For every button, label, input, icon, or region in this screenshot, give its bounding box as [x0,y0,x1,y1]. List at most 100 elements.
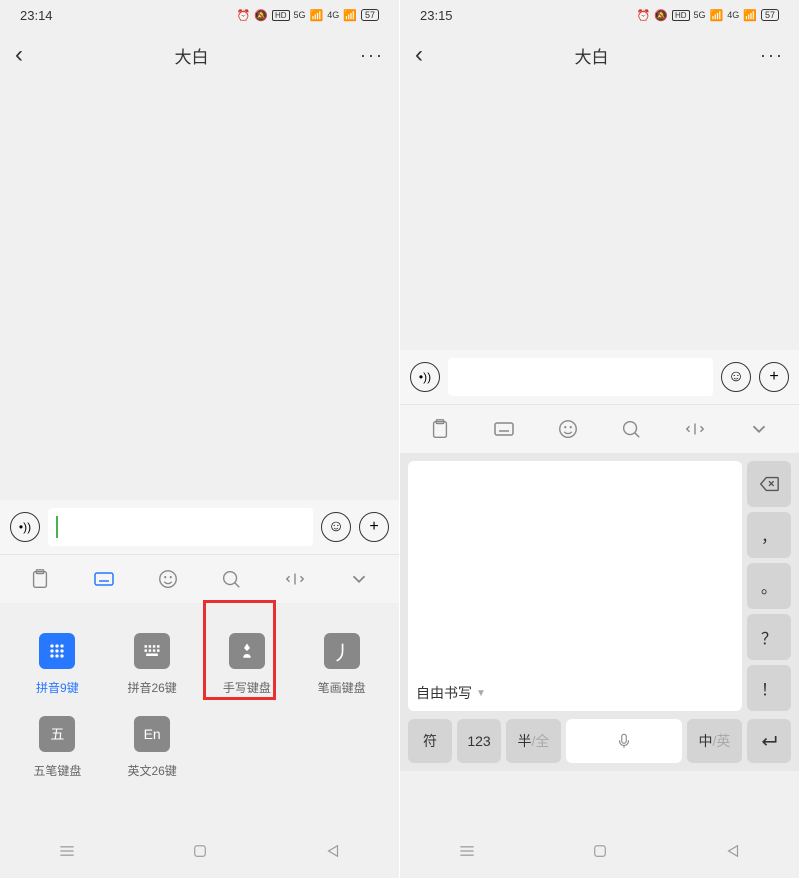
symbol-key[interactable]: 符 [408,719,452,763]
system-nav [400,828,799,878]
wubi-icon: 五 [39,716,75,752]
half-full-key[interactable]: 半/全 [506,719,561,763]
comma-key[interactable]: ， [747,512,791,558]
handwrite-area: 自由书写 ▼ ， 。 ？ ！ [400,453,799,719]
stroke-icon: 丿 [324,633,360,669]
kb-label: 笔画键盘 [318,679,366,696]
status-icons: ⏰ 🔕 HD 5G 📶 4G 📶 57 [237,9,379,22]
dnd-icon: 🔕 [654,9,668,22]
english-icon: En [134,716,170,752]
hd-icon: HD [672,10,690,21]
back-button[interactable]: ‹ [415,41,423,69]
system-nav [0,828,399,878]
search-icon[interactable] [217,565,245,593]
nav-bar: ‹ 大白 ··· [0,30,399,80]
handwrite-bottom-row: 符 123 半/全 中/英 [400,719,799,771]
more-button[interactable]: ··· [360,45,384,66]
emoji-tool-icon[interactable] [154,565,182,593]
kb-label: 拼音26键 [127,679,176,696]
clipboard-icon[interactable] [426,415,454,443]
status-time: 23:15 [420,8,453,23]
keyboard-icon[interactable] [90,565,118,593]
emoji-button[interactable]: ☺ [321,512,351,542]
kb-option-pinyin26[interactable]: 拼音26键 [105,623,200,706]
hd-icon: HD [272,10,290,21]
more-button[interactable]: ··· [760,45,784,66]
handwrite-side-keys: ， 。 ？ ！ [747,461,791,711]
chevron-down-icon: ▼ [476,688,486,699]
status-bar: 23:15 ⏰ 🔕 HD 5G 📶 4G 📶 57 [400,0,799,30]
voice-button[interactable]: •)) [410,362,440,392]
signal-icon: 📶 [310,9,324,22]
status-bar: 23:14 ⏰ 🔕 HD 5G 📶 4G 📶 57 [0,0,399,30]
chat-area [0,80,399,500]
input-bar: •)) ☺ + [0,500,399,554]
phone-left: 23:14 ⏰ 🔕 HD 5G 📶 4G 📶 57 ‹ 大白 ··· •)) ☺… [0,0,400,878]
keyboard-icon[interactable] [490,415,518,443]
signal-5g-icon: 5G [694,10,706,20]
phone-right: 23:15 ⏰ 🔕 HD 5G 📶 4G 📶 57 ‹ 大白 ··· •)) ☺… [400,0,800,878]
pinyin9-icon [39,633,75,669]
question-key[interactable]: ？ [747,614,791,660]
lang-key[interactable]: 中/英 [687,719,742,763]
ime-toolbar [0,554,399,603]
space-key[interactable] [566,719,682,763]
cursor [56,516,58,538]
home-button[interactable] [591,842,609,865]
highlight-handwrite [203,600,276,700]
handwrite-canvas[interactable]: 自由书写 ▼ [408,461,742,711]
alarm-icon: ⏰ [637,9,651,22]
enter-key[interactable] [747,719,791,763]
attach-button[interactable]: + [759,362,789,392]
kb-label: 五笔键盘 [33,762,81,779]
status-icons: ⏰ 🔕 HD 5G 📶 4G 📶 57 [637,9,779,22]
collapse-icon[interactable] [745,415,773,443]
pinyin26-icon [134,633,170,669]
dnd-icon: 🔕 [254,9,268,22]
emoji-button[interactable]: ☺ [721,362,751,392]
kb-label: 英文26键 [127,762,176,779]
search-icon[interactable] [617,415,645,443]
cursor-move-icon[interactable] [681,415,709,443]
message-input[interactable] [48,508,313,546]
collapse-icon[interactable] [345,565,373,593]
attach-button[interactable]: + [359,512,389,542]
cursor-move-icon[interactable] [281,565,309,593]
kb-option-wubi[interactable]: 五 五笔键盘 [10,706,105,789]
period-key[interactable]: 。 [747,563,791,609]
chat-title: 大白 [175,43,209,68]
kb-option-english[interactable]: En 英文26键 [105,706,200,789]
signal-icon-2: 📶 [343,9,357,22]
backspace-key[interactable] [747,461,791,507]
number-key[interactable]: 123 [457,719,501,763]
message-input[interactable] [448,358,713,396]
signal-icon: 📶 [710,9,724,22]
alarm-icon: ⏰ [237,9,251,22]
back-button[interactable]: ‹ [15,41,23,69]
chat-title: 大白 [575,43,609,68]
handwrite-mode-selector[interactable]: 自由书写 ▼ [416,683,486,703]
clipboard-icon[interactable] [26,565,54,593]
status-time: 23:14 [20,8,53,23]
battery-icon: 57 [361,9,379,21]
kb-option-stroke[interactable]: 丿 笔画键盘 [294,623,389,706]
signal-5g-icon: 5G [294,10,306,20]
signal-4g-icon: 4G [727,10,739,20]
back-nav-button[interactable] [324,842,342,865]
kb-label: 拼音9键 [36,679,79,696]
back-nav-button[interactable] [724,842,742,865]
input-bar: •)) ☺ + [400,350,799,404]
keyboard-selector: 拼音9键 拼音26键 手写键盘 丿 笔画键盘 五 五笔键盘 En 英文26键 [0,603,399,809]
exclaim-key[interactable]: ！ [747,665,791,711]
kb-option-pinyin9[interactable]: 拼音9键 [10,623,105,706]
nav-bar: ‹ 大白 ··· [400,30,799,80]
recents-button[interactable] [457,841,477,866]
signal-4g-icon: 4G [327,10,339,20]
ime-toolbar [400,404,799,453]
voice-button[interactable]: •)) [10,512,40,542]
home-button[interactable] [191,842,209,865]
recents-button[interactable] [57,841,77,866]
signal-icon-2: 📶 [743,9,757,22]
emoji-tool-icon[interactable] [554,415,582,443]
hw-mode-label: 自由书写 [416,683,472,703]
